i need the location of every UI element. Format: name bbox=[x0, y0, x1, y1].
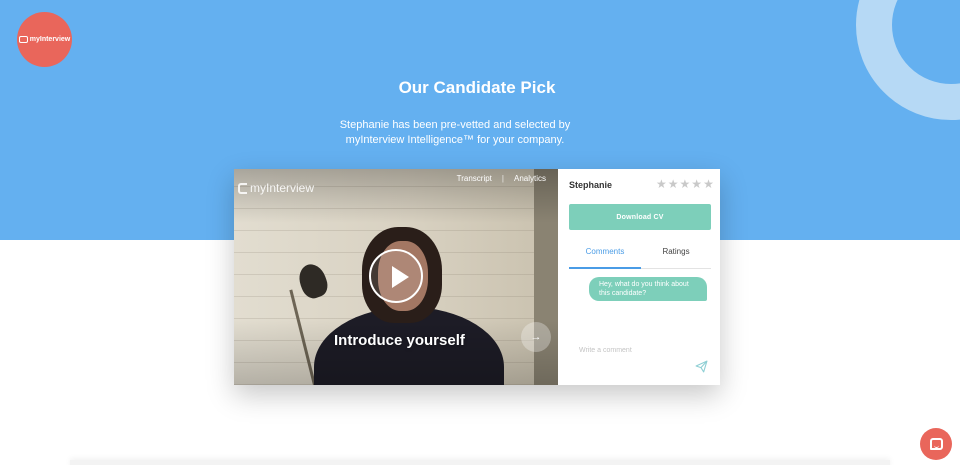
tab-comments[interactable]: Comments bbox=[569, 247, 641, 256]
hero-subtitle: Stephanie has been pre-vetted and select… bbox=[0, 118, 910, 148]
logo[interactable]: myInterview bbox=[17, 12, 72, 67]
play-icon bbox=[392, 266, 409, 288]
chat-widget-button[interactable] bbox=[920, 428, 952, 460]
video-watermark: myInterview bbox=[238, 181, 314, 195]
next-question-button[interactable]: → bbox=[521, 322, 551, 352]
decorative-ring bbox=[856, 0, 960, 120]
candidate-panel: Stephanie ★ ★ ★ ★ ★ Download CV Comments… bbox=[558, 169, 720, 385]
hero-subtitle-line-2: myInterview Intelligence™ for your compa… bbox=[345, 134, 565, 146]
brand-mark-icon bbox=[238, 182, 247, 194]
tab-transcript[interactable]: Transcript bbox=[457, 174, 492, 183]
tab-analytics[interactable]: Analytics bbox=[514, 174, 546, 183]
star-rating[interactable]: ★ ★ ★ ★ ★ bbox=[656, 177, 714, 191]
star-icon[interactable]: ★ bbox=[680, 177, 691, 191]
next-section-edge bbox=[70, 460, 890, 465]
comment-input[interactable]: Write a comment bbox=[579, 347, 632, 354]
send-icon[interactable] bbox=[695, 360, 708, 373]
active-tab-indicator bbox=[569, 267, 641, 269]
tab-ratings[interactable]: Ratings bbox=[641, 247, 711, 256]
video-player[interactable]: myInterview Transcript | Analytics Intro… bbox=[234, 169, 558, 385]
star-icon[interactable]: ★ bbox=[656, 177, 667, 191]
page-title: Our Candidate Pick bbox=[398, 78, 556, 97]
tab-separator: | bbox=[501, 174, 504, 183]
logo-text: myInterview bbox=[29, 36, 71, 43]
logo-mark-icon bbox=[18, 36, 28, 43]
candidate-card: myInterview Transcript | Analytics Intro… bbox=[234, 169, 720, 385]
star-icon[interactable]: ★ bbox=[691, 177, 702, 191]
chat-icon bbox=[929, 438, 943, 450]
video-brand-text: myInterview bbox=[250, 181, 315, 195]
star-icon[interactable]: ★ bbox=[703, 177, 714, 191]
download-cv-button[interactable]: Download CV bbox=[569, 204, 711, 230]
hero-subtitle-line-1: Stephanie has been pre-vetted and select… bbox=[339, 119, 571, 131]
arrow-right-icon: → bbox=[530, 331, 542, 343]
star-icon[interactable]: ★ bbox=[668, 177, 679, 191]
candidate-name: Stephanie bbox=[569, 180, 613, 190]
question-title: Introduce yourself bbox=[334, 332, 465, 349]
comment-bubble: Hey, what do you think about this candid… bbox=[589, 277, 707, 301]
play-button[interactable] bbox=[369, 249, 423, 303]
video-tabs: Transcript | Analytics bbox=[457, 174, 546, 183]
